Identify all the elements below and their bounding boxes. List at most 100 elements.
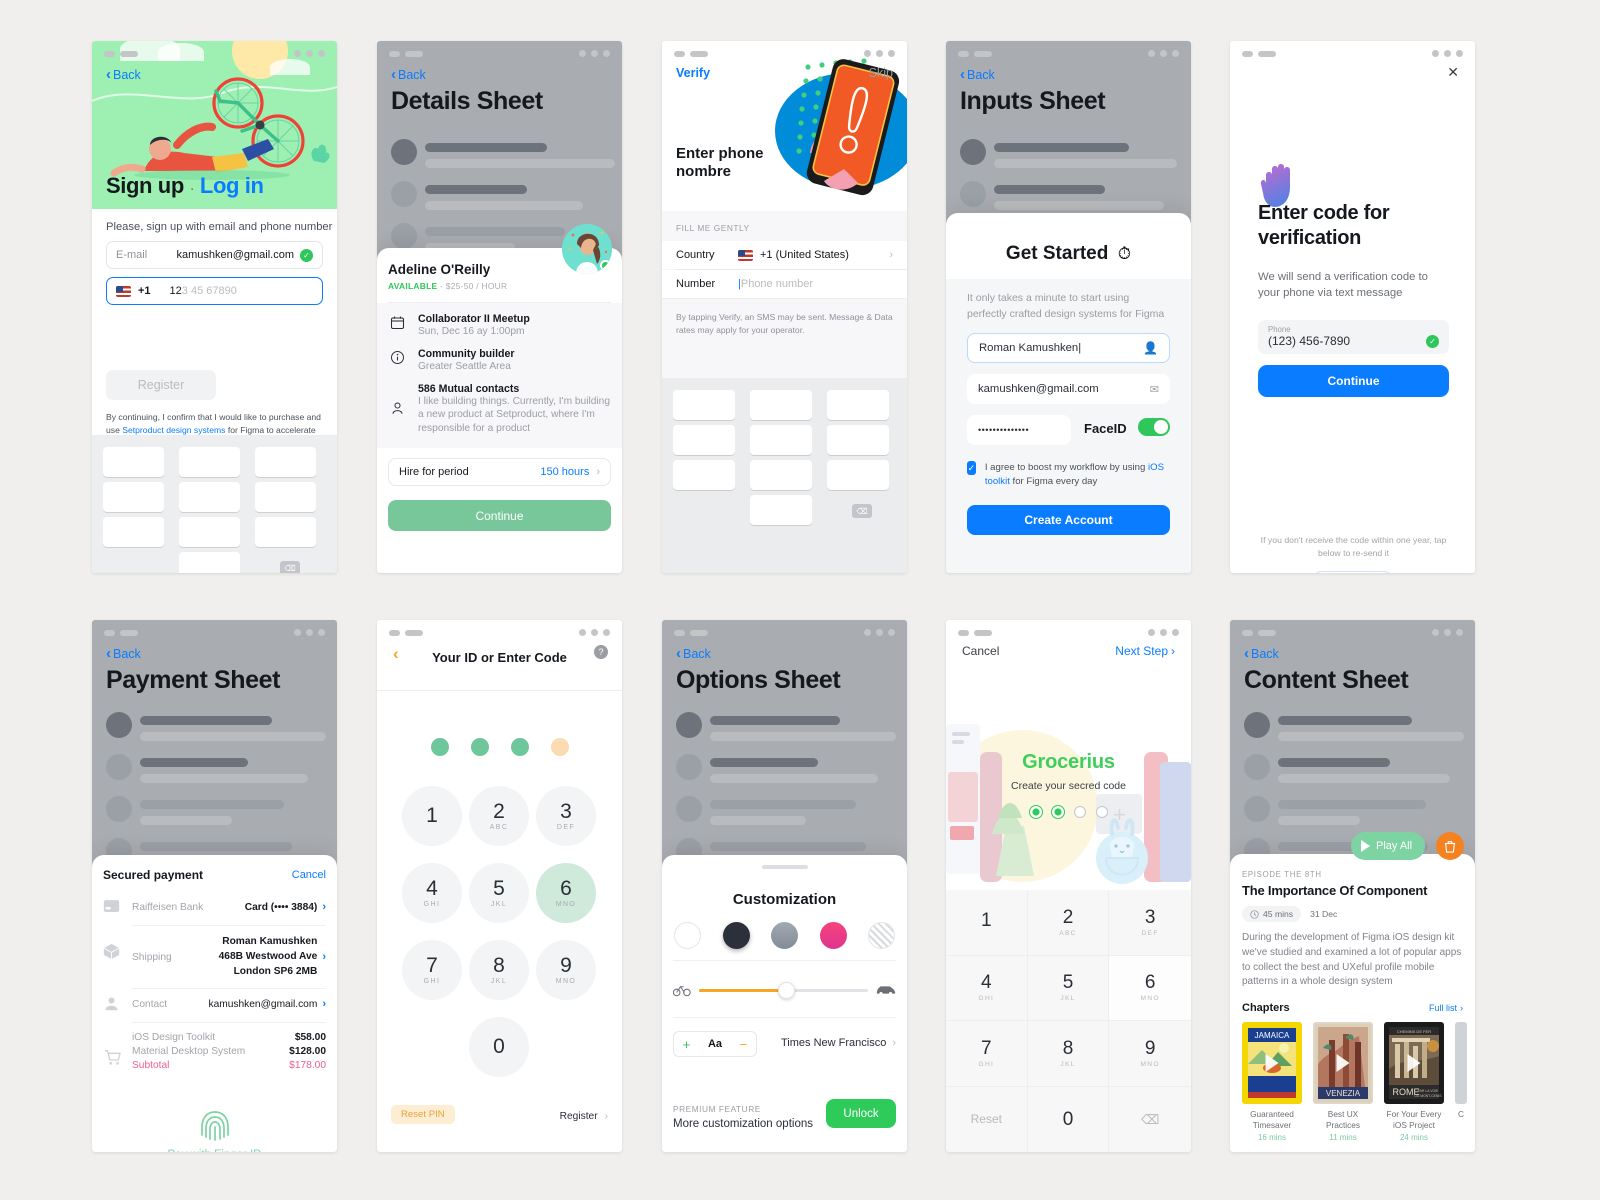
register-link[interactable]: Register › — [560, 1111, 608, 1122]
unlock-button[interactable]: Unlock — [826, 1099, 896, 1128]
agree-checkbox[interactable]: ✓ — [967, 461, 976, 475]
key-reset[interactable]: Reset — [946, 1086, 1028, 1152]
details-title: Details Sheet — [391, 87, 543, 115]
contact-row[interactable]: Contact kamushken@gmail.com › — [103, 997, 326, 1011]
resend-code-button[interactable]: Resend Code ⟳ — [1312, 571, 1393, 573]
bank-row[interactable]: Raiffeisen Bank Card (•••• 3884) › — [103, 900, 326, 913]
back-label: Back — [967, 67, 995, 82]
chapter-card[interactable]: C — [1455, 1022, 1467, 1142]
svg-text:JAMAICA: JAMAICA — [1255, 1031, 1290, 1040]
screen-enter-code: ✕ Enter code for verification We will se… — [1230, 41, 1475, 573]
swatch-pink[interactable] — [819, 922, 847, 949]
faceid-toggle[interactable] — [1138, 418, 1170, 436]
sheet-grabber[interactable] — [761, 865, 808, 869]
chapter-card[interactable]: CHEMINS DE FER ROME PAR LA VOIE DU MONT-… — [1384, 1022, 1444, 1142]
key-0[interactable]: 0 — [1028, 1086, 1110, 1152]
pin-key-0[interactable]: 0 — [469, 1017, 529, 1077]
key-8[interactable]: 8 JKL — [1027, 1021, 1110, 1087]
country-row[interactable]: Country +1 (United States) › — [662, 241, 907, 269]
reset-pin-button[interactable]: Reset PIN — [391, 1105, 455, 1124]
back-button-payment[interactable]: ‹ Back — [106, 646, 141, 661]
key-6[interactable]: 6 MNO — [1109, 955, 1191, 1021]
delete-button[interactable] — [1436, 832, 1464, 860]
pin-key-9[interactable]: 9 MNO — [536, 940, 596, 1000]
chapters-label: Chapters — [1242, 1002, 1290, 1015]
slider-row[interactable] — [673, 977, 896, 1005]
font-name-row[interactable]: Times New Francisco › — [781, 1037, 896, 1049]
back-button-content[interactable]: ‹ Back — [1244, 646, 1279, 661]
swatch-row[interactable] — [662, 908, 907, 949]
backspace-icon[interactable]: ⌫ — [852, 504, 872, 518]
email-field[interactable]: E-mail kamushken@gmail.com ✓ — [106, 241, 323, 269]
grocerius-keypad[interactable]: 1 2 ABC 3 DEF 4 GHI 5 JKL 6 MNO 7 GHI 8 JKL 9 MN… — [946, 890, 1191, 1152]
chapters-row[interactable]: JAMAICA Guaranteed Timesaver 16 mins VEN… — [1242, 1022, 1467, 1142]
signup-tab-login[interactable]: Log in — [200, 173, 264, 198]
key-7[interactable]: 7 GHI — [946, 1021, 1028, 1087]
pin-key-2[interactable]: 2 ABC — [469, 786, 529, 846]
slider-knob[interactable] — [778, 982, 795, 999]
password-field[interactable]: •••••••••••••• — [967, 415, 1071, 445]
skip-button[interactable]: Skip — [869, 66, 893, 80]
key-4[interactable]: 4 GHI — [946, 955, 1028, 1021]
key-2[interactable]: 2 ABC — [1027, 890, 1110, 956]
cancel-button[interactable]: Cancel — [962, 644, 999, 658]
register-button[interactable]: Register — [106, 370, 216, 400]
continue-button-details[interactable]: Continue — [388, 500, 611, 531]
close-icon[interactable]: ✕ — [1447, 64, 1459, 81]
font-minus-icon[interactable]: − — [740, 1037, 748, 1052]
create-account-button[interactable]: Create Account — [967, 505, 1170, 535]
key-3[interactable]: 3 DEF — [1109, 890, 1191, 956]
pin-key-5[interactable]: 5 JKL — [469, 863, 529, 923]
font-size-stepper[interactable]: + Aa − — [673, 1031, 757, 1057]
back-button-inputs[interactable]: ‹ Back — [960, 67, 995, 82]
chapter-card[interactable]: JAMAICA Guaranteed Timesaver 16 mins — [1242, 1022, 1302, 1142]
pin-key-1[interactable]: 1 — [402, 786, 462, 846]
availability-status: AVAILABLE — [388, 281, 438, 291]
key-1[interactable]: 1 — [946, 890, 1028, 956]
play-all-button[interactable]: Play All — [1351, 832, 1426, 860]
email-field[interactable]: kamushken@gmail.com ✉ — [967, 374, 1170, 404]
pin-key-7[interactable]: 7 GHI — [402, 940, 462, 1000]
swatch-dark[interactable] — [722, 922, 750, 949]
back-button-options[interactable]: ‹ Back — [676, 646, 711, 661]
back-button-signup[interactable]: ‹ Back — [106, 67, 141, 82]
info-icon — [391, 350, 404, 364]
agree-row[interactable]: ✓ I agree to boost my workflow by using … — [967, 461, 1170, 489]
window-dots-left — [674, 630, 708, 636]
keyboard-signup[interactable]: ⌫ — [92, 435, 337, 573]
full-list-link[interactable]: Full list › — [1429, 1003, 1463, 1013]
number-label: Number — [676, 278, 716, 290]
next-step-button[interactable]: Next Step › — [1115, 644, 1175, 658]
pin-key-8[interactable]: 8 JKL — [469, 940, 529, 1000]
number-row[interactable]: Number | Phone number — [662, 270, 907, 298]
swatch-white[interactable] — [674, 922, 701, 949]
signup-tab-signup[interactable]: Sign up — [106, 173, 184, 198]
verify-button[interactable]: Verify — [676, 66, 710, 80]
inputs-title: Inputs Sheet — [960, 87, 1106, 115]
backspace-icon[interactable]: ⌫ — [280, 561, 300, 573]
window-dots-left — [389, 51, 423, 57]
terms-link-setproduct[interactable]: Setproduct design systems — [122, 425, 225, 435]
swatch-gray[interactable] — [771, 922, 798, 949]
back-button-details[interactable]: ‹ Back — [391, 67, 426, 82]
detail-row-sub: Sun, Dec 16 ay 1:00pm — [418, 326, 525, 337]
chapter-mins: 24 mins — [1399, 1132, 1428, 1142]
keyboard-verify[interactable]: ⌫ — [662, 378, 907, 573]
font-plus-icon[interactable]: + — [683, 1037, 691, 1052]
hire-period-row[interactable]: Hire for period 150 hours › — [388, 458, 611, 486]
cancel-button[interactable]: Cancel — [292, 869, 326, 881]
key-5[interactable]: 5 JKL — [1027, 955, 1110, 1021]
continue-button-code[interactable]: Continue — [1258, 365, 1449, 397]
pin-key-4[interactable]: 4 GHI — [402, 863, 462, 923]
key-9[interactable]: 9 MNO — [1109, 1021, 1191, 1087]
phone-field[interactable]: Phone (123) 456-7890 ✓ — [1258, 320, 1449, 354]
pin-key-3[interactable]: 3 DEF — [536, 786, 596, 846]
pay-with-finger-id[interactable]: Pay with Finger ID — [92, 1107, 337, 1152]
pin-key-6[interactable]: 6 MNO — [536, 863, 596, 923]
shipping-row[interactable]: Shipping Roman Kamushken 468B Westwood A… — [103, 935, 326, 979]
phone-field[interactable]: +1 12 3 45 67890 — [106, 277, 323, 305]
key-backspace[interactable]: ⌫ — [1109, 1087, 1191, 1153]
name-field[interactable]: Roman Kamushken| 👤 — [967, 333, 1170, 363]
swatch-hatched[interactable] — [868, 922, 895, 949]
chapter-card[interactable]: VENEZIA Best UX Practices 11 mins — [1313, 1022, 1373, 1142]
